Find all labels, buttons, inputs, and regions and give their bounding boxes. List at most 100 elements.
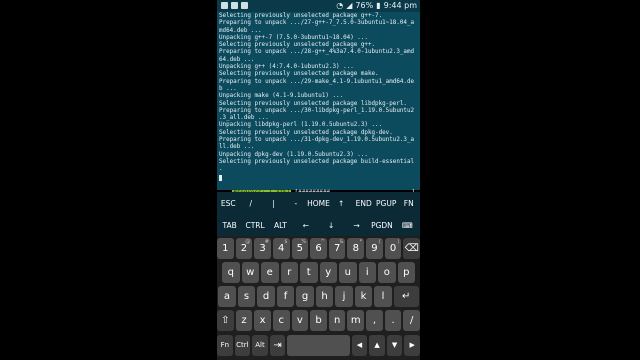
key-alt-symbol: *	[359, 239, 363, 245]
extra-key-4[interactable]: ↓	[319, 221, 344, 230]
key-6[interactable]: 6 ^	[310, 238, 327, 259]
key-x[interactable]: x	[254, 310, 271, 331]
backspace-key[interactable]: ⌫	[403, 238, 420, 259]
arrow-left-key[interactable]: ◀	[351, 335, 368, 356]
space-bar[interactable]	[287, 335, 350, 356]
key-b[interactable]: b	[310, 310, 327, 331]
key-f[interactable]: f	[276, 286, 295, 307]
key-slash[interactable]: /	[403, 310, 420, 331]
terminal-line: Unpacking dpkg-dev (1.19.0.5ubuntu2.3) .…	[219, 151, 368, 158]
extra-key-6[interactable]: PGDN	[369, 221, 394, 230]
extra-key-2[interactable]: ALT	[268, 221, 293, 230]
tab-key[interactable]: ⇥	[269, 335, 286, 356]
key-k[interactable]: k	[354, 286, 373, 307]
key-d[interactable]: d	[257, 286, 275, 307]
arrow-right-key[interactable]: ▶	[404, 335, 420, 356]
signal-icon: ◢	[346, 1, 353, 10]
alt-key[interactable]: Alt	[252, 335, 268, 356]
extra-key-0[interactable]: TAB	[217, 221, 242, 230]
terminal-output[interactable]: Selecting previously unselected package …	[217, 12, 420, 190]
arrow-down-key[interactable]: ▼	[386, 335, 403, 356]
key-3[interactable]: 3 #	[254, 238, 271, 259]
notification-icon	[231, 2, 238, 9]
key-1[interactable]: 1	[217, 238, 234, 259]
key-alt-symbol: (	[378, 239, 381, 245]
extra-key-4[interactable]: HOME	[307, 199, 330, 208]
fn-key[interactable]: Fn	[217, 335, 233, 356]
key-y-label: y	[325, 267, 332, 278]
key-z[interactable]: z	[235, 310, 253, 331]
alt-key-label: Alt	[255, 341, 265, 349]
key-m[interactable]: m	[347, 310, 365, 331]
key-y[interactable]: y	[319, 262, 337, 283]
ctrl-key[interactable]: Ctrl	[234, 335, 251, 356]
extra-key-0[interactable]: ESC	[217, 199, 240, 208]
key-w[interactable]: w	[241, 262, 259, 283]
extra-key-7[interactable]: ⌨	[395, 221, 420, 230]
key-v[interactable]: v	[291, 310, 309, 331]
enter-key-label: ↵	[402, 291, 411, 302]
key-a[interactable]: a	[218, 286, 236, 307]
key-t-label: t	[306, 267, 311, 278]
key-e-label: e	[266, 267, 273, 278]
key-n[interactable]: n	[328, 310, 346, 331]
extra-key-1[interactable]: /	[240, 199, 263, 208]
key-period-label: .	[391, 315, 395, 326]
extra-key-5[interactable]: ↑	[330, 199, 353, 208]
key-u[interactable]: u	[339, 262, 357, 283]
key-l[interactable]: l	[374, 286, 392, 307]
extra-key-3[interactable]: -	[285, 199, 308, 208]
shift-key[interactable]: ⇧	[217, 310, 234, 331]
key-7[interactable]: 7 &	[328, 238, 346, 259]
key-2[interactable]: 2 @	[235, 238, 253, 259]
enter-key[interactable]: ↵	[393, 286, 419, 307]
key-j[interactable]: j	[335, 286, 353, 307]
extra-key-3[interactable]: ←	[293, 221, 318, 230]
key-0[interactable]: 0)	[384, 238, 402, 259]
key-e[interactable]: e	[261, 262, 279, 283]
terminal-line: .	[219, 166, 223, 173]
extra-key-8[interactable]: FN	[397, 199, 420, 208]
key-p-label: p	[403, 267, 410, 278]
key-1-label: 1	[222, 243, 229, 254]
key-p[interactable]: p	[397, 262, 415, 283]
extra-key-7[interactable]: PGUP	[375, 199, 398, 208]
key-h[interactable]: h	[315, 286, 334, 307]
key-r[interactable]: r	[280, 262, 298, 283]
key-9[interactable]: 9(	[366, 238, 383, 259]
notification-icon	[241, 2, 248, 9]
key-q[interactable]: q	[222, 262, 240, 283]
key-g[interactable]: g	[296, 286, 314, 307]
extra-key-6[interactable]: END	[352, 199, 375, 208]
key-period[interactable]: .	[384, 310, 402, 331]
keyboard-number-row: 1 2 @3 #4 $5% 6 ^ 7 & 8 * 9(0) ⌫	[217, 238, 420, 259]
ctrl-key-label: Ctrl	[236, 341, 249, 349]
extra-key-5[interactable]: →	[344, 221, 369, 230]
key-g-label: g	[301, 291, 309, 302]
key-c[interactable]: c	[272, 310, 290, 331]
arrow-up-key[interactable]: ▲	[369, 335, 385, 356]
key-a-label: a	[223, 291, 231, 302]
key-comma[interactable]: ,	[366, 310, 383, 331]
key-d-label: d	[262, 291, 270, 302]
key-s[interactable]: s	[237, 286, 256, 307]
terminal-line: Preparing to unpack .../31-dpkg-dev_1.19…	[219, 137, 415, 144]
key-5[interactable]: 5%	[291, 238, 309, 259]
extra-key-2[interactable]: |	[262, 199, 285, 208]
status-system: ◔ ◢ 76% ▮ 9:44 pm	[336, 0, 417, 12]
key-b-label: b	[315, 315, 322, 326]
key-v-label: v	[296, 315, 303, 326]
key-8[interactable]: 8 *	[347, 238, 365, 259]
backspace-key-label: ⌫	[404, 243, 419, 254]
extra-key-1[interactable]: CTRL	[242, 221, 267, 230]
key-t[interactable]: t	[300, 262, 318, 283]
extra-keys-row-2: TAB CTRL ALT ← ↓ → PGDN ⌨	[217, 214, 420, 236]
key-4[interactable]: 4 $	[272, 238, 290, 259]
key-z-label: z	[241, 315, 247, 326]
key-j-label: j	[342, 291, 346, 302]
key-9-label: 9	[371, 243, 378, 254]
key-comma-label: ,	[372, 315, 377, 326]
key-i[interactable]: i	[358, 262, 376, 283]
key-o[interactable]: o	[378, 262, 396, 283]
key-u-label: u	[344, 267, 351, 278]
